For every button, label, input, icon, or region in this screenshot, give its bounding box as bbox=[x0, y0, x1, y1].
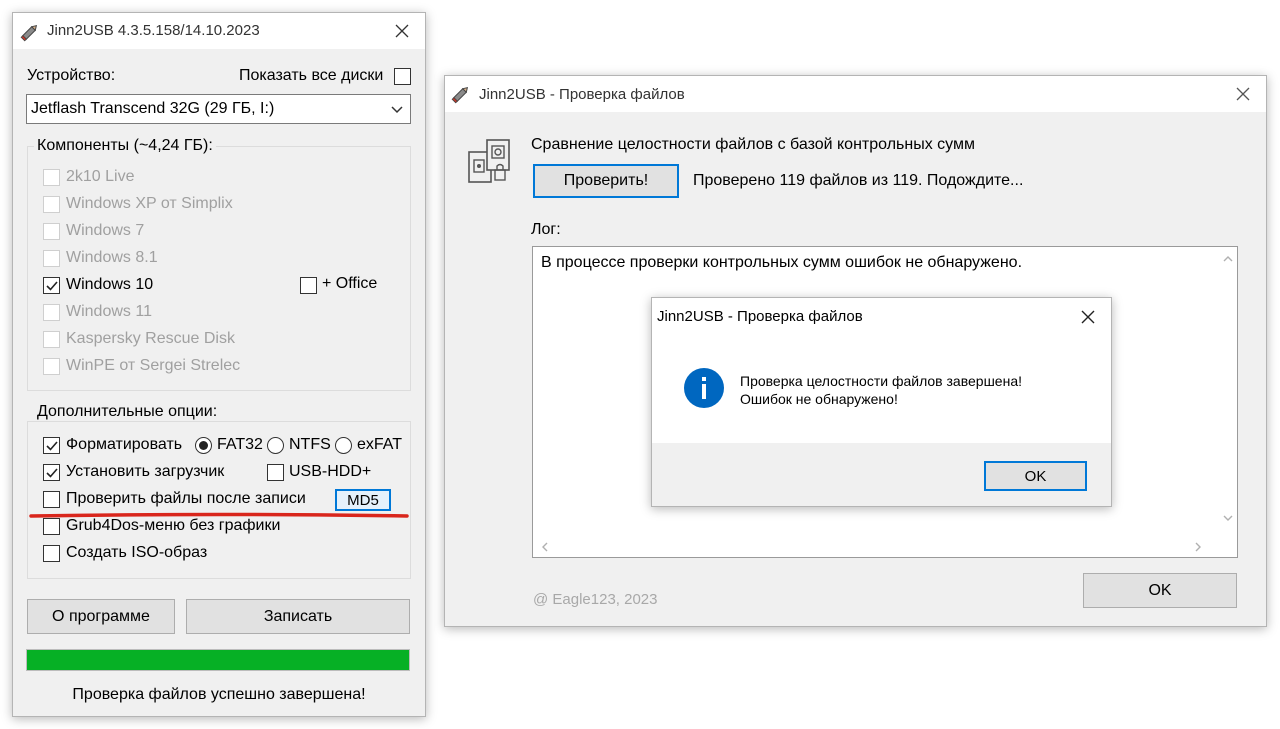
message-box: Jinn2USB - Проверка файлов Проверка цело… bbox=[651, 297, 1112, 507]
component-label: WinPE от Sergei Strelec bbox=[66, 357, 241, 374]
md5-button[interactable]: MD5 bbox=[335, 489, 391, 511]
footer-credit: @ Eagle123, 2023 bbox=[533, 591, 658, 608]
message-box-title: Jinn2USB - Проверка файлов bbox=[657, 308, 863, 325]
scroll-left-icon[interactable] bbox=[541, 542, 548, 552]
close-icon bbox=[1081, 310, 1095, 323]
component-label: Kaspersky Rescue Disk bbox=[66, 330, 235, 347]
component-label: Windows 8.1 bbox=[66, 249, 158, 266]
radio-selected-dot bbox=[199, 441, 208, 450]
verify-progress-text: Проверено 119 файлов из 119. Подождите..… bbox=[693, 172, 1024, 189]
scroll-right-icon[interactable] bbox=[1195, 542, 1202, 552]
info-icon bbox=[684, 368, 724, 408]
message-box-titlebar: Jinn2USB - Проверка файлов bbox=[652, 298, 1111, 335]
component-label: Windows 11 bbox=[66, 303, 152, 320]
bootloader-label: Установить загрузчик bbox=[66, 463, 225, 480]
about-button[interactable]: О программе bbox=[27, 599, 175, 634]
main-window-title: Jinn2USB 4.3.5.158/14.10.2023 bbox=[47, 22, 260, 39]
bootloader-checkbox[interactable] bbox=[43, 464, 60, 481]
verify-heading: Сравнение целостности файлов с базой кон… bbox=[531, 136, 975, 153]
component-checkbox[interactable] bbox=[43, 331, 60, 348]
main-close-button[interactable] bbox=[379, 13, 425, 49]
component-checkbox[interactable] bbox=[43, 277, 60, 294]
close-icon bbox=[1236, 87, 1250, 101]
verify-label: Проверить файлы после записи bbox=[66, 490, 306, 507]
office-label: + Office bbox=[322, 275, 378, 292]
options-group-title: Дополнительные опции: bbox=[34, 403, 221, 421]
checkmark-icon bbox=[46, 468, 58, 478]
exfat-label: exFAT bbox=[357, 436, 403, 453]
message-line-1: Проверка целостности файлов завершена! bbox=[740, 373, 1022, 389]
check-button-label: Проверить! bbox=[563, 172, 649, 189]
chevron-down-icon bbox=[391, 106, 403, 114]
main-window: Jinn2USB 4.3.5.158/14.10.2023 Устройство… bbox=[12, 12, 426, 717]
checkmark-icon bbox=[46, 441, 58, 451]
status-text: Проверка файлов успешно завершена! bbox=[72, 686, 366, 703]
scroll-down-icon[interactable] bbox=[1223, 515, 1233, 522]
device-label: Устройство: bbox=[27, 67, 116, 84]
usbhdd-label: USB-HDD+ bbox=[289, 463, 372, 480]
close-icon bbox=[395, 24, 409, 38]
ntfs-radio[interactable] bbox=[267, 437, 284, 454]
component-label: Windows 10 bbox=[66, 276, 154, 293]
iso-checkbox[interactable] bbox=[43, 545, 60, 562]
component-checkbox[interactable] bbox=[43, 169, 60, 186]
show-all-disks-label: Показать все диски bbox=[239, 67, 384, 84]
component-checkbox[interactable] bbox=[43, 223, 60, 240]
log-text: В процессе проверки контрольных сумм оши… bbox=[541, 254, 1023, 271]
component-label: Windows XP от Simplix bbox=[66, 195, 233, 212]
write-button-label: Записать bbox=[263, 607, 333, 625]
md5-label: MD5 bbox=[347, 491, 379, 509]
verify-window-title: Jinn2USB - Проверка файлов bbox=[479, 86, 685, 103]
ntfs-label: NTFS bbox=[289, 436, 331, 453]
about-button-label: О программе bbox=[52, 607, 150, 625]
verify-checkbox[interactable] bbox=[43, 491, 60, 508]
component-label: Windows 7 bbox=[66, 222, 145, 239]
component-checkbox[interactable] bbox=[43, 196, 60, 213]
verify-close-button[interactable] bbox=[1220, 76, 1266, 112]
fat32-radio[interactable] bbox=[195, 437, 212, 454]
verify-ok-label: OK bbox=[1148, 581, 1172, 599]
show-all-disks-checkbox[interactable] bbox=[394, 68, 411, 85]
component-checkbox[interactable] bbox=[43, 358, 60, 375]
device-select-value: Jetflash Transcend 32G (29 ГБ, I:) bbox=[31, 100, 275, 117]
verify-titlebar: Jinn2USB - Проверка файлов bbox=[445, 76, 1266, 112]
progress-fill bbox=[27, 650, 409, 670]
file-integrity-icon bbox=[468, 139, 510, 183]
format-checkbox[interactable] bbox=[43, 437, 60, 454]
exfat-radio[interactable] bbox=[335, 437, 352, 454]
message-line-2: Ошибок не обнаружено! bbox=[740, 391, 898, 407]
log-label: Лог: bbox=[531, 221, 561, 238]
component-checkbox[interactable] bbox=[43, 304, 60, 321]
component-label: 2k10 Live bbox=[66, 168, 135, 185]
office-checkbox[interactable] bbox=[300, 277, 317, 294]
scroll-up-icon[interactable] bbox=[1223, 255, 1233, 262]
check-button[interactable]: Проверить! bbox=[533, 164, 679, 198]
progress-bar bbox=[26, 649, 410, 671]
app-pen-icon bbox=[450, 83, 472, 109]
checkmark-icon bbox=[46, 281, 58, 291]
fat32-label: FAT32 bbox=[217, 436, 263, 453]
message-ok-button[interactable]: OK bbox=[984, 461, 1087, 491]
component-checkbox[interactable] bbox=[43, 250, 60, 267]
log-vertical-scrollbar[interactable] bbox=[1219, 247, 1237, 537]
message-box-body: Проверка целостности файлов завершена! О… bbox=[652, 335, 1111, 443]
grub-label: Grub4Dos-меню без графики bbox=[66, 517, 281, 534]
components-group-title: Компоненты (~4,24 ГБ): bbox=[34, 137, 216, 155]
format-label: Форматировать bbox=[66, 436, 183, 453]
verify-ok-button[interactable]: OK bbox=[1083, 573, 1237, 608]
iso-label: Создать ISO-образ bbox=[66, 544, 208, 561]
app-pen-icon bbox=[19, 21, 41, 47]
message-box-close-button[interactable] bbox=[1065, 298, 1111, 335]
main-titlebar: Jinn2USB 4.3.5.158/14.10.2023 bbox=[13, 13, 425, 49]
message-ok-label: OK bbox=[1024, 467, 1047, 485]
log-horizontal-scrollbar[interactable] bbox=[533, 537, 1221, 557]
write-button[interactable]: Записать bbox=[186, 599, 410, 634]
device-select[interactable]: Jetflash Transcend 32G (29 ГБ, I:) bbox=[26, 94, 411, 124]
usbhdd-checkbox[interactable] bbox=[267, 464, 284, 481]
grub-checkbox[interactable] bbox=[43, 518, 60, 535]
